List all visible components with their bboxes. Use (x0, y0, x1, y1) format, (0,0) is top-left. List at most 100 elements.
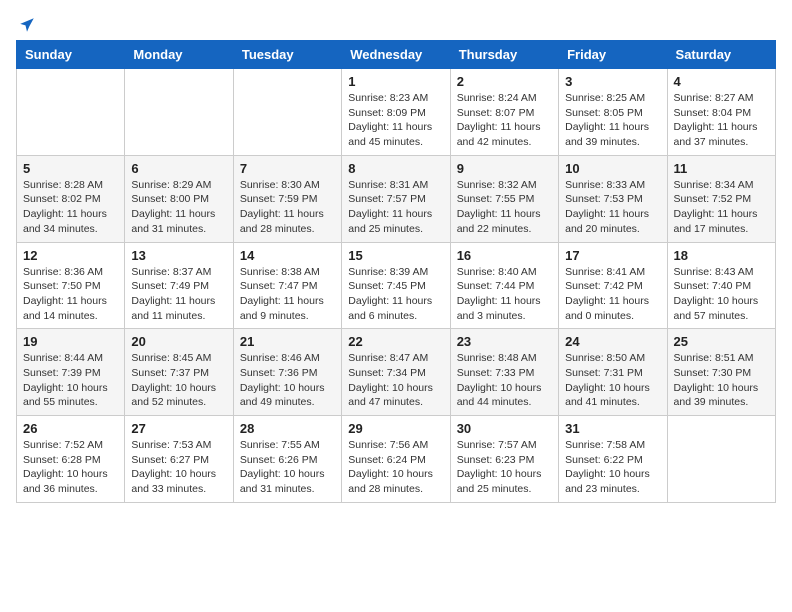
day-number: 10 (565, 161, 660, 176)
calendar-cell (17, 69, 125, 156)
calendar-cell: 1 Sunrise: 8:23 AMSunset: 8:09 PMDaylight… (342, 69, 450, 156)
day-number: 12 (23, 248, 118, 263)
day-number: 7 (240, 161, 335, 176)
calendar-cell: 4 Sunrise: 8:27 AMSunset: 8:04 PMDaylight… (667, 69, 775, 156)
day-number: 25 (674, 334, 769, 349)
day-number: 31 (565, 421, 660, 436)
day-number: 26 (23, 421, 118, 436)
weekday-header-tuesday: Tuesday (233, 41, 341, 69)
logo (16, 16, 36, 28)
page-header (16, 16, 776, 28)
day-info: Sunrise: 8:47 AMSunset: 7:34 PMDaylight:… (348, 351, 443, 410)
day-info: Sunrise: 8:39 AMSunset: 7:45 PMDaylight:… (348, 265, 443, 324)
calendar-cell: 27 Sunrise: 7:53 AMSunset: 6:27 PMDayligh… (125, 416, 233, 503)
logo-bird-icon (18, 16, 36, 34)
day-info: Sunrise: 8:31 AMSunset: 7:57 PMDaylight:… (348, 178, 443, 237)
calendar-cell: 26 Sunrise: 7:52 AMSunset: 6:28 PMDayligh… (17, 416, 125, 503)
day-info: Sunrise: 8:24 AMSunset: 8:07 PMDaylight:… (457, 91, 552, 150)
day-number: 28 (240, 421, 335, 436)
calendar-cell: 6Sunrise: 8:29 AMSunset: 8:00 PMDaylight… (125, 155, 233, 242)
calendar-cell: 12 Sunrise: 8:36 AMSunset: 7:50 PMDayligh… (17, 242, 125, 329)
day-info: Sunrise: 8:34 AMSunset: 7:52 PMDaylight:… (674, 178, 769, 237)
calendar-cell: 2 Sunrise: 8:24 AMSunset: 8:07 PMDaylight… (450, 69, 558, 156)
calendar-cell: 7 Sunrise: 8:30 AMSunset: 7:59 PMDaylight… (233, 155, 341, 242)
calendar-cell: 16 Sunrise: 8:40 AMSunset: 7:44 PMDayligh… (450, 242, 558, 329)
calendar-cell: 11Sunrise: 8:34 AMSunset: 7:52 PMDayligh… (667, 155, 775, 242)
day-info: Sunrise: 8:36 AMSunset: 7:50 PMDaylight:… (23, 265, 118, 324)
calendar-cell: 21 Sunrise: 8:46 AMSunset: 7:36 PMDayligh… (233, 329, 341, 416)
weekday-header-wednesday: Wednesday (342, 41, 450, 69)
calendar-cell: 24 Sunrise: 8:50 AMSunset: 7:31 PMDayligh… (559, 329, 667, 416)
day-info: Sunrise: 8:33 AMSunset: 7:53 PMDaylight:… (565, 178, 660, 237)
calendar-cell (667, 416, 775, 503)
weekday-header-saturday: Saturday (667, 41, 775, 69)
day-number: 6 (131, 161, 226, 176)
day-number: 8 (348, 161, 443, 176)
calendar-cell: 8 Sunrise: 8:31 AMSunset: 7:57 PMDaylight… (342, 155, 450, 242)
day-info: Sunrise: 8:51 AMSunset: 7:30 PMDaylight:… (674, 351, 769, 410)
day-info: Sunrise: 8:50 AMSunset: 7:31 PMDaylight:… (565, 351, 660, 410)
day-number: 17 (565, 248, 660, 263)
weekday-header-thursday: Thursday (450, 41, 558, 69)
day-number: 16 (457, 248, 552, 263)
calendar-cell (233, 69, 341, 156)
calendar-cell: 25 Sunrise: 8:51 AMSunset: 7:30 PMDayligh… (667, 329, 775, 416)
day-info: Sunrise: 8:45 AMSunset: 7:37 PMDaylight:… (131, 351, 226, 410)
day-info: Sunrise: 8:25 AMSunset: 8:05 PMDaylight:… (565, 91, 660, 150)
calendar-cell: 14 Sunrise: 8:38 AMSunset: 7:47 PMDayligh… (233, 242, 341, 329)
calendar-cell: 5Sunrise: 8:28 AMSunset: 8:02 PMDaylight… (17, 155, 125, 242)
day-info: Sunrise: 8:23 AMSunset: 8:09 PMDaylight:… (348, 91, 443, 150)
calendar-cell: 17 Sunrise: 8:41 AMSunset: 7:42 PMDayligh… (559, 242, 667, 329)
day-info: Sunrise: 8:44 AMSunset: 7:39 PMDaylight:… (23, 351, 118, 410)
day-info: Sunrise: 8:40 AMSunset: 7:44 PMDaylight:… (457, 265, 552, 324)
day-number: 23 (457, 334, 552, 349)
day-info: Sunrise: 8:27 AMSunset: 8:04 PMDaylight:… (674, 91, 769, 150)
day-info: Sunrise: 8:38 AMSunset: 7:47 PMDaylight:… (240, 265, 335, 324)
day-number: 4 (674, 74, 769, 89)
day-info: Sunrise: 8:30 AMSunset: 7:59 PMDaylight:… (240, 178, 335, 237)
day-number: 18 (674, 248, 769, 263)
day-info: Sunrise: 8:41 AMSunset: 7:42 PMDaylight:… (565, 265, 660, 324)
day-number: 19 (23, 334, 118, 349)
day-number: 27 (131, 421, 226, 436)
calendar-cell: 15Sunrise: 8:39 AMSunset: 7:45 PMDayligh… (342, 242, 450, 329)
weekday-header-monday: Monday (125, 41, 233, 69)
calendar-cell: 19 Sunrise: 8:44 AMSunset: 7:39 PMDayligh… (17, 329, 125, 416)
day-number: 3 (565, 74, 660, 89)
day-info: Sunrise: 7:55 AMSunset: 6:26 PMDaylight:… (240, 438, 335, 497)
day-number: 2 (457, 74, 552, 89)
day-number: 9 (457, 161, 552, 176)
day-info: Sunrise: 8:37 AMSunset: 7:49 PMDaylight:… (131, 265, 226, 324)
calendar-cell: 28 Sunrise: 7:55 AMSunset: 6:26 PMDayligh… (233, 416, 341, 503)
calendar-table: SundayMondayTuesdayWednesdayThursdayFrid… (16, 40, 776, 503)
day-info: Sunrise: 8:46 AMSunset: 7:36 PMDaylight:… (240, 351, 335, 410)
day-info: Sunrise: 7:56 AMSunset: 6:24 PMDaylight:… (348, 438, 443, 497)
calendar-cell: 10 Sunrise: 8:33 AMSunset: 7:53 PMDayligh… (559, 155, 667, 242)
calendar-cell: 31 Sunrise: 7:58 AMSunset: 6:22 PMDayligh… (559, 416, 667, 503)
weekday-header-sunday: Sunday (17, 41, 125, 69)
calendar-cell: 18 Sunrise: 8:43 AMSunset: 7:40 PMDayligh… (667, 242, 775, 329)
day-info: Sunrise: 8:43 AMSunset: 7:40 PMDaylight:… (674, 265, 769, 324)
weekday-header-friday: Friday (559, 41, 667, 69)
day-number: 1 (348, 74, 443, 89)
calendar-cell: 20 Sunrise: 8:45 AMSunset: 7:37 PMDayligh… (125, 329, 233, 416)
day-number: 30 (457, 421, 552, 436)
day-info: Sunrise: 7:52 AMSunset: 6:28 PMDaylight:… (23, 438, 118, 497)
day-info: Sunrise: 7:53 AMSunset: 6:27 PMDaylight:… (131, 438, 226, 497)
day-number: 24 (565, 334, 660, 349)
calendar-cell: 13 Sunrise: 8:37 AMSunset: 7:49 PMDayligh… (125, 242, 233, 329)
day-info: Sunrise: 7:57 AMSunset: 6:23 PMDaylight:… (457, 438, 552, 497)
calendar-cell (125, 69, 233, 156)
calendar-cell: 23 Sunrise: 8:48 AMSunset: 7:33 PMDayligh… (450, 329, 558, 416)
day-info: Sunrise: 8:28 AMSunset: 8:02 PMDaylight:… (23, 178, 118, 237)
day-number: 21 (240, 334, 335, 349)
day-info: Sunrise: 8:48 AMSunset: 7:33 PMDaylight:… (457, 351, 552, 410)
calendar-cell: 22 Sunrise: 8:47 AMSunset: 7:34 PMDayligh… (342, 329, 450, 416)
day-number: 13 (131, 248, 226, 263)
day-info: Sunrise: 8:32 AMSunset: 7:55 PMDaylight:… (457, 178, 552, 237)
day-info: Sunrise: 7:58 AMSunset: 6:22 PMDaylight:… (565, 438, 660, 497)
day-number: 22 (348, 334, 443, 349)
calendar-cell: 9 Sunrise: 8:32 AMSunset: 7:55 PMDaylight… (450, 155, 558, 242)
day-number: 20 (131, 334, 226, 349)
day-number: 14 (240, 248, 335, 263)
